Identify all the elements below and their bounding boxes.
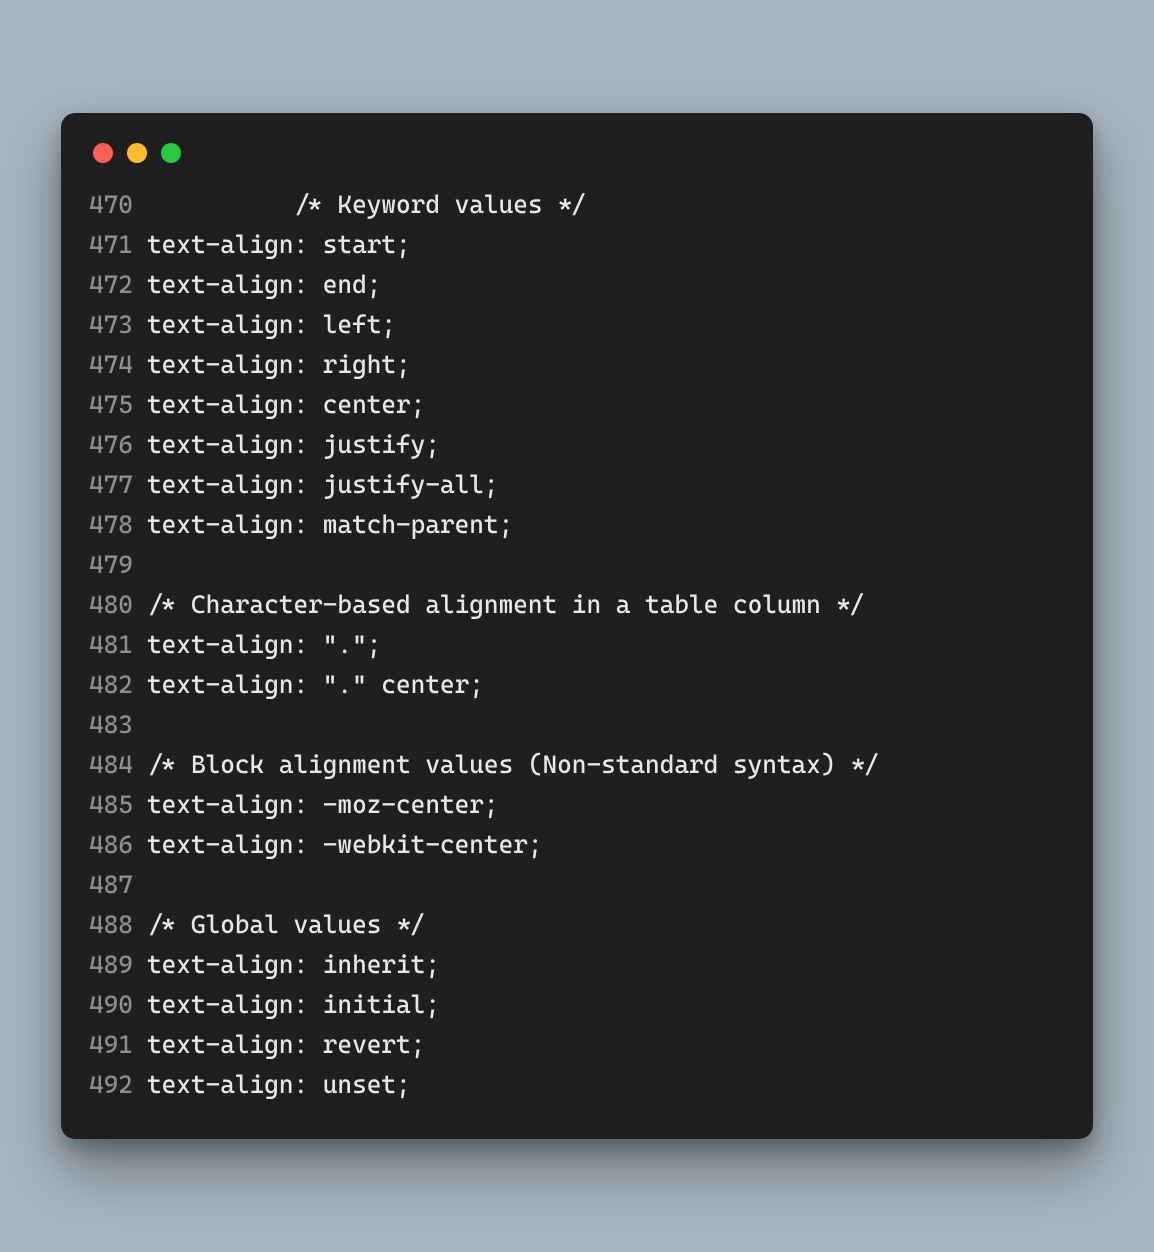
code-block: 470 /* Keyword values */471text-align: s… bbox=[89, 185, 1065, 1105]
code-text: text-align: "."; bbox=[147, 625, 1065, 665]
code-line: 482text-align: "." center; bbox=[89, 665, 1065, 705]
line-number: 482 bbox=[89, 665, 147, 705]
line-number: 470 bbox=[89, 185, 147, 225]
code-window: 470 /* Keyword values */471text-align: s… bbox=[61, 113, 1093, 1139]
line-number: 475 bbox=[89, 385, 147, 425]
line-number: 491 bbox=[89, 1025, 147, 1065]
window-titlebar bbox=[89, 137, 1065, 185]
code-line: 488/* Global values */ bbox=[89, 905, 1065, 945]
line-number: 485 bbox=[89, 785, 147, 825]
code-text bbox=[147, 865, 1065, 905]
code-line: 478text-align: match-parent; bbox=[89, 505, 1065, 545]
code-text: text-align: "." center; bbox=[147, 665, 1065, 705]
line-number: 473 bbox=[89, 305, 147, 345]
code-text: /* Keyword values */ bbox=[147, 185, 1065, 225]
code-line: 473text-align: left; bbox=[89, 305, 1065, 345]
line-number: 471 bbox=[89, 225, 147, 265]
code-line: 470 /* Keyword values */ bbox=[89, 185, 1065, 225]
code-text: /* Block alignment values (Non-standard … bbox=[147, 745, 1065, 785]
code-text: /* Global values */ bbox=[147, 905, 1065, 945]
line-number: 488 bbox=[89, 905, 147, 945]
line-number: 489 bbox=[89, 945, 147, 985]
code-text: text-align: revert; bbox=[147, 1025, 1065, 1065]
line-number: 472 bbox=[89, 265, 147, 305]
code-text: text-align: left; bbox=[147, 305, 1065, 345]
code-line: 479 bbox=[89, 545, 1065, 585]
code-line: 491text-align: revert; bbox=[89, 1025, 1065, 1065]
line-number: 483 bbox=[89, 705, 147, 745]
code-text: text-align: center; bbox=[147, 385, 1065, 425]
code-text: /* Character-based alignment in a table … bbox=[147, 585, 1065, 625]
code-text: text-align: justify-all; bbox=[147, 465, 1065, 505]
code-line: 480/* Character-based alignment in a tab… bbox=[89, 585, 1065, 625]
code-text: text-align: match-parent; bbox=[147, 505, 1065, 545]
code-line: 481text-align: "."; bbox=[89, 625, 1065, 665]
code-line: 472text-align: end; bbox=[89, 265, 1065, 305]
line-number: 480 bbox=[89, 585, 147, 625]
code-text: text-align: start; bbox=[147, 225, 1065, 265]
code-line: 486text-align: -webkit-center; bbox=[89, 825, 1065, 865]
code-line: 474text-align: right; bbox=[89, 345, 1065, 385]
line-number: 479 bbox=[89, 545, 147, 585]
code-text: text-align: -moz-center; bbox=[147, 785, 1065, 825]
line-number: 484 bbox=[89, 745, 147, 785]
code-line: 475text-align: center; bbox=[89, 385, 1065, 425]
line-number: 476 bbox=[89, 425, 147, 465]
code-line: 471text-align: start; bbox=[89, 225, 1065, 265]
code-text: text-align: justify; bbox=[147, 425, 1065, 465]
line-number: 478 bbox=[89, 505, 147, 545]
line-number: 477 bbox=[89, 465, 147, 505]
minimize-icon[interactable] bbox=[127, 143, 147, 163]
code-line: 484/* Block alignment values (Non-standa… bbox=[89, 745, 1065, 785]
code-text: text-align: inherit; bbox=[147, 945, 1065, 985]
code-text bbox=[147, 545, 1065, 585]
maximize-icon[interactable] bbox=[161, 143, 181, 163]
code-line: 489text-align: inherit; bbox=[89, 945, 1065, 985]
line-number: 487 bbox=[89, 865, 147, 905]
code-text: text-align: -webkit-center; bbox=[147, 825, 1065, 865]
line-number: 481 bbox=[89, 625, 147, 665]
code-line: 485text-align: -moz-center; bbox=[89, 785, 1065, 825]
code-line: 476text-align: justify; bbox=[89, 425, 1065, 465]
line-number: 474 bbox=[89, 345, 147, 385]
code-line: 492text-align: unset; bbox=[89, 1065, 1065, 1105]
code-text: text-align: right; bbox=[147, 345, 1065, 385]
code-line: 487 bbox=[89, 865, 1065, 905]
code-line: 483 bbox=[89, 705, 1065, 745]
code-line: 477text-align: justify-all; bbox=[89, 465, 1065, 505]
code-text: text-align: initial; bbox=[147, 985, 1065, 1025]
line-number: 486 bbox=[89, 825, 147, 865]
line-number: 492 bbox=[89, 1065, 147, 1105]
code-text: text-align: unset; bbox=[147, 1065, 1065, 1105]
code-text bbox=[147, 705, 1065, 745]
close-icon[interactable] bbox=[93, 143, 113, 163]
code-text: text-align: end; bbox=[147, 265, 1065, 305]
line-number: 490 bbox=[89, 985, 147, 1025]
code-line: 490text-align: initial; bbox=[89, 985, 1065, 1025]
